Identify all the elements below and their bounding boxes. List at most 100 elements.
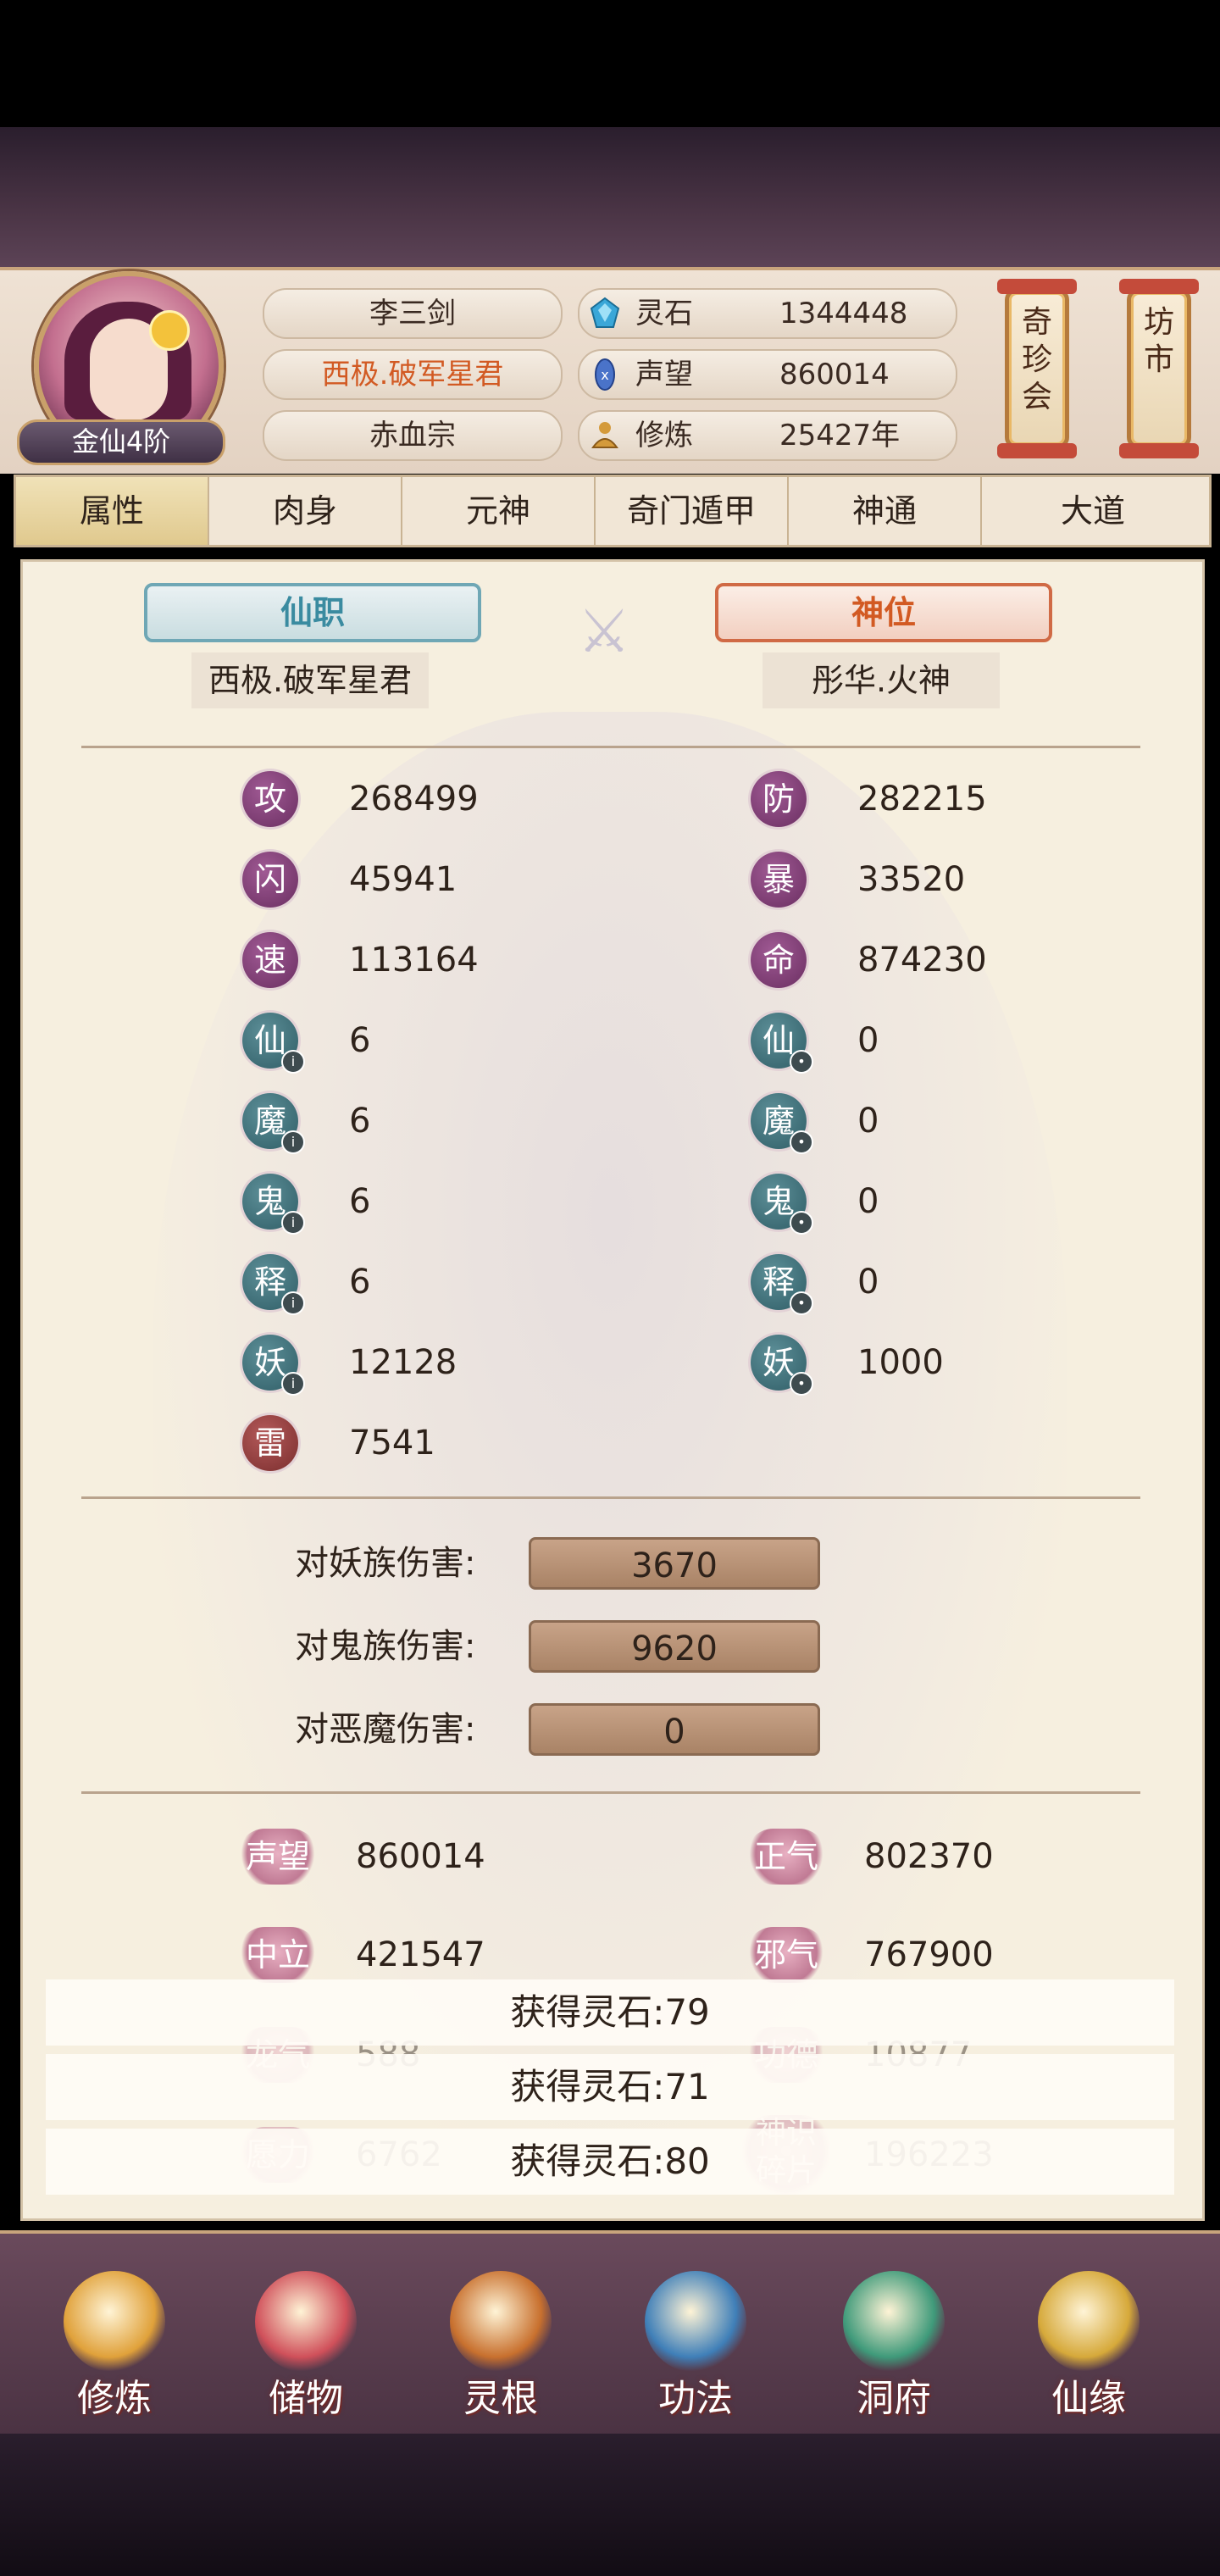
market-button[interactable]: 坊市	[1119, 279, 1199, 458]
right-stat-value: 0	[857, 1263, 879, 1302]
right-stat-value: 0	[857, 1182, 879, 1221]
svg-text:x: x	[601, 367, 608, 383]
stat-info-badge-icon[interactable]: i	[281, 1211, 305, 1235]
damage-vs-demon-race-value: 3670	[529, 1537, 820, 1590]
cultivate-icon	[64, 2271, 165, 2373]
right-stat-value: 0	[857, 1021, 879, 1060]
evil-qi-stat-value: 767900	[864, 1935, 994, 1974]
left-stat-value: 6	[349, 1102, 371, 1141]
stat-info-badge-icon[interactable]: •	[790, 1211, 813, 1235]
neutral-stat-value: 421547	[356, 1935, 485, 1974]
combat-stats-right: 防 282215 暴 33520 命 874230 仙 • 0 魔 • 0 鬼 • 0 释 • 0 妖 • 1000	[751, 771, 1174, 1500]
left-stat-icon: 闪	[242, 852, 298, 908]
nav-technique-book-button[interactable]: 功法	[632, 2271, 759, 2432]
tab-dao[interactable]: 大道	[982, 477, 1204, 545]
nav-label: 仙缘	[1051, 2377, 1126, 2420]
right-stat-value: 1000	[857, 1343, 944, 1382]
right-stat-value: 33520	[857, 860, 966, 899]
nav-spirit-root-button[interactable]: 灵根	[437, 2271, 564, 2432]
right-stat-value: 282215	[857, 780, 987, 819]
resource-cultivation: 修炼 25427年	[578, 410, 957, 461]
reward-toast: 获得灵石:71	[46, 2054, 1174, 2120]
tab-abilities[interactable]: 神通	[789, 477, 982, 545]
damage-vs-devil-value: 0	[529, 1703, 820, 1756]
top-decor-band	[0, 127, 1220, 267]
resource-spirit-stone: 灵石 1344448	[578, 288, 957, 339]
nav-label: 功法	[658, 2377, 733, 2420]
stat-info-badge-icon[interactable]: •	[790, 1291, 813, 1315]
nav-cultivate-button[interactable]: 修炼	[51, 2271, 178, 2432]
player-sect: 赤血宗	[263, 410, 563, 461]
reputation-stat-label: 声望	[237, 1829, 319, 1885]
left-stat-value: 7541	[349, 1424, 435, 1463]
righteous-qi-stat-label: 正气	[746, 1829, 827, 1885]
righteous-qi-stat-value: 802370	[864, 1837, 994, 1876]
rank-badge: 金仙4阶	[17, 419, 225, 465]
right-stat-icon: 防	[751, 771, 807, 827]
bottom-decor-band	[0, 2434, 1220, 2576]
left-stat-icon: 雷	[242, 1415, 298, 1471]
section-divider	[81, 746, 1140, 748]
treasure-fair-button[interactable]: 奇珍会	[997, 279, 1077, 458]
reward-toast: 获得灵石:80	[46, 2129, 1174, 2195]
left-stat-icon: 攻	[242, 771, 298, 827]
damage-vs-devil-label: 对恶魔伤害:	[295, 1710, 476, 1749]
spirit-stone-icon	[590, 297, 620, 328]
left-stat-value: 268499	[349, 780, 479, 819]
right-stat-icon: 暴	[751, 852, 807, 908]
player-name: 李三剑	[263, 288, 563, 339]
divine-position-value: 彤华.火神	[762, 652, 1000, 708]
right-stat-value: 874230	[857, 941, 987, 980]
stat-info-badge-icon[interactable]: i	[281, 1372, 305, 1396]
nav-storage-bag-button[interactable]: 储物	[242, 2271, 369, 2432]
resource-value: 1344448	[779, 297, 908, 330]
left-stat-value: 45941	[349, 860, 458, 899]
tab-spirit[interactable]: 元神	[402, 477, 596, 545]
nav-label: 修炼	[77, 2377, 152, 2420]
stat-info-badge-icon[interactable]: i	[281, 1130, 305, 1154]
nav-label: 灵根	[463, 2377, 538, 2420]
resource-label: 灵石	[635, 297, 693, 330]
tab-qimen[interactable]: 奇门遁甲	[596, 477, 789, 545]
damage-vs-ghost-race-label: 对鬼族伤害:	[295, 1627, 476, 1666]
attribute-tabs: 属性 肉身 元神 奇门遁甲 神通 大道	[14, 475, 1212, 547]
tab-body[interactable]: 肉身	[209, 477, 402, 545]
reputation-icon: x	[595, 358, 615, 391]
stat-info-badge-icon[interactable]: •	[790, 1372, 813, 1396]
resource-label: 声望	[635, 358, 693, 391]
left-stat-value: 6	[349, 1182, 371, 1221]
left-stat-value: 113164	[349, 941, 479, 980]
left-stat-value: 6	[349, 1021, 371, 1060]
spirit-root-icon	[450, 2271, 552, 2373]
neutral-stat-label: 中立	[237, 1927, 319, 1983]
nav-label: 储物	[269, 2377, 343, 2420]
left-stat-value: 12128	[349, 1343, 458, 1382]
nav-cave-residence-button[interactable]: 洞府	[830, 2271, 957, 2432]
resource-label: 修炼	[635, 419, 693, 452]
right-stat-value: 0	[857, 1102, 879, 1141]
damage-vs-demon-race-label: 对妖族伤害:	[295, 1544, 476, 1583]
reputation-stat-value: 860014	[356, 1837, 485, 1876]
technique-book-icon	[645, 2271, 746, 2373]
evil-qi-stat-label: 邪气	[746, 1927, 827, 1983]
fate-gourd-icon	[1038, 2271, 1140, 2373]
tab-attributes[interactable]: 属性	[16, 477, 209, 545]
divine-position-label: 神位	[715, 583, 1052, 642]
stat-info-badge-icon[interactable]: i	[281, 1050, 305, 1074]
damage-vs-ghost-race-value: 9620	[529, 1620, 820, 1673]
resource-value: 860014	[779, 358, 890, 391]
resource-value: 25427年	[779, 419, 901, 452]
stat-info-badge-icon[interactable]: •	[790, 1130, 813, 1154]
resource-reputation: x 声望 860014	[578, 349, 957, 400]
section-divider	[81, 1496, 1140, 1499]
left-stat-icon: 速	[242, 932, 298, 988]
storage-bag-icon	[255, 2271, 357, 2373]
flower-ornament-icon	[149, 310, 190, 351]
stat-info-badge-icon[interactable]: i	[281, 1291, 305, 1315]
stat-info-badge-icon[interactable]: •	[790, 1050, 813, 1074]
player-title: 西极.破军星君	[263, 349, 563, 400]
section-divider	[81, 1791, 1140, 1794]
official-position-label: 仙职	[144, 583, 481, 642]
meditation-icon	[591, 422, 618, 448]
nav-fate-gourd-button[interactable]: 仙缘	[1025, 2271, 1152, 2432]
